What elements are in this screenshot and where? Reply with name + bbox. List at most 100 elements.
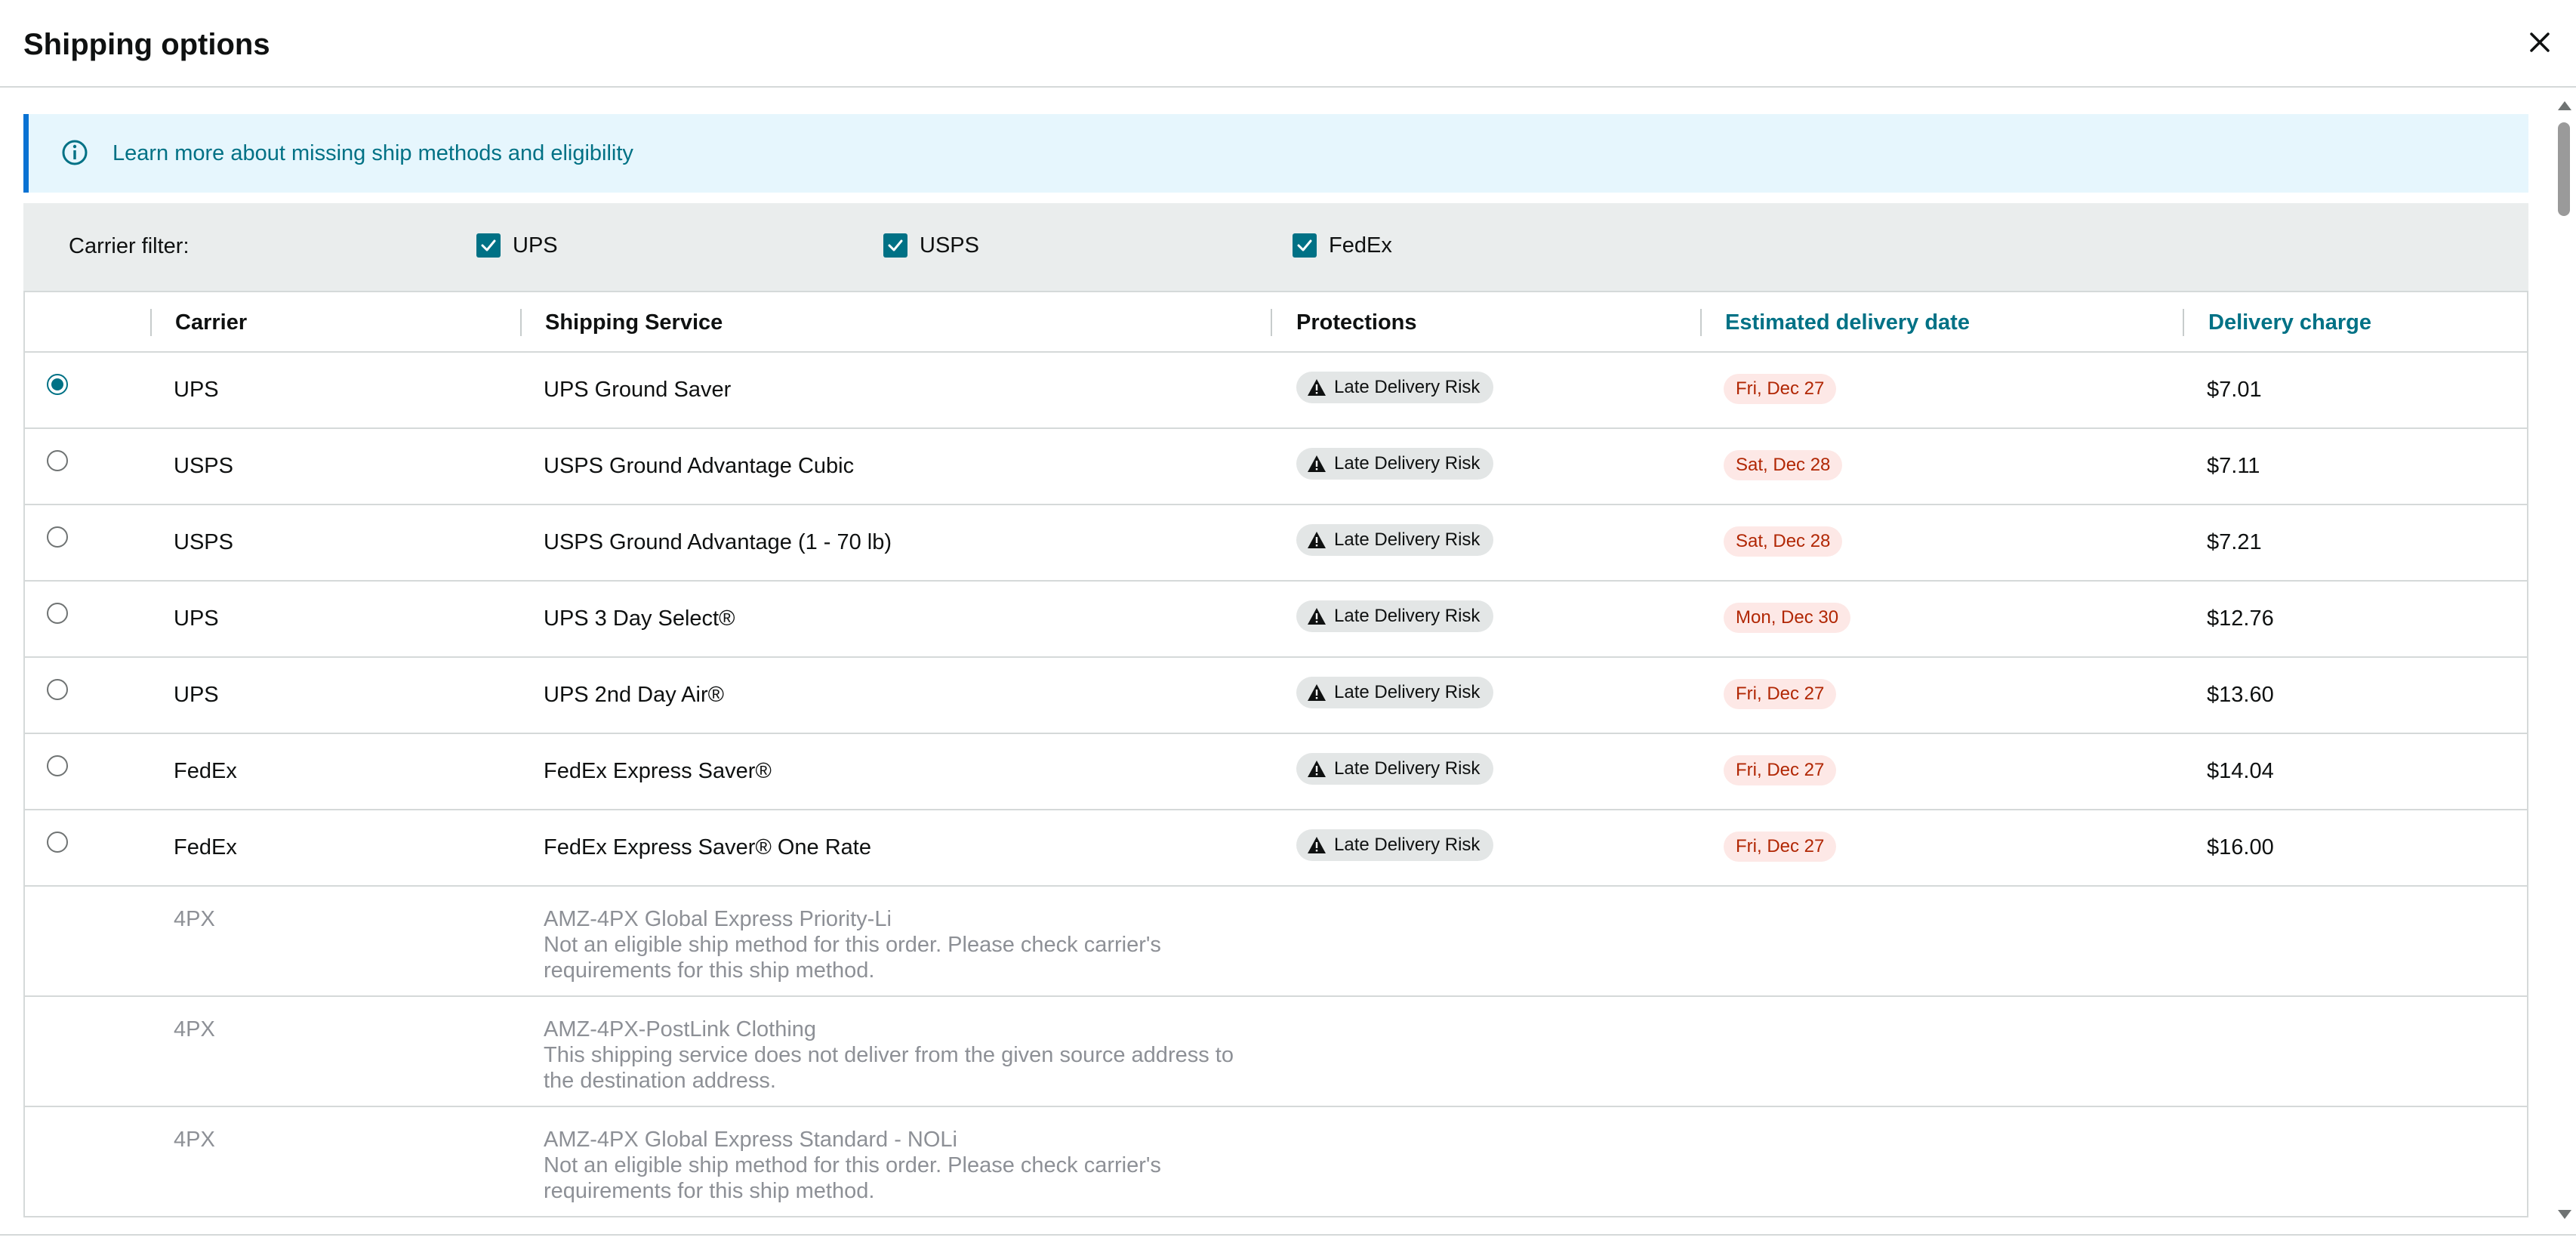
late-delivery-risk-badge: Late Delivery Risk (1296, 372, 1494, 403)
protection-label: Late Delivery Risk (1334, 453, 1481, 474)
delivery-date-badge: Fri, Dec 27 (1724, 679, 1837, 709)
protection-label: Late Delivery Risk (1334, 758, 1481, 779)
carrier-filter-label: Carrier filter: (69, 234, 190, 258)
row-delivery-charge: $12.76 (2207, 606, 2274, 631)
warning-icon (1308, 837, 1326, 853)
row-radio-button[interactable] (47, 374, 68, 395)
dialog-header: Shipping options (0, 0, 2576, 88)
close-button[interactable] (2519, 21, 2561, 63)
table-row[interactable]: FedEx FedEx Express Saver® One Rate Late… (25, 810, 2527, 887)
delivery-date-badge: Mon, Dec 30 (1724, 603, 1851, 633)
table-row[interactable]: UPS UPS Ground Saver Late Delivery Risk … (25, 353, 2527, 429)
column-estimated-delivery-date[interactable]: Estimated delivery date (1725, 309, 1970, 336)
warning-icon (1308, 455, 1326, 472)
service-name: AMZ-4PX Global Express Standard - NOLi (544, 1128, 957, 1152)
ineligible-row: 4PX AMZ-4PX Global Express Standard - NO… (25, 1107, 2527, 1217)
row-service: FedEx Express Saver® One Rate (544, 835, 871, 859)
checkbox-checked-icon (883, 233, 907, 258)
close-icon (2530, 32, 2550, 52)
protection-label: Late Delivery Risk (1334, 606, 1481, 626)
late-delivery-risk-badge: Late Delivery Risk (1296, 829, 1494, 861)
row-delivery-charge: $16.00 (2207, 835, 2274, 859)
filter-ups-checkbox[interactable]: UPS (476, 233, 558, 258)
filter-fedex-checkbox[interactable]: FedEx (1293, 233, 1392, 258)
dialog-title: Shipping options (23, 28, 270, 61)
ineligibility-reason: This shipping service does not deliver f… (544, 1043, 1234, 1093)
row-service: UPS Ground Saver (544, 378, 732, 402)
row-delivery-charge: $7.21 (2207, 530, 2262, 554)
column-delivery-charge[interactable]: Delivery charge (2208, 309, 2371, 336)
ineligibility-reason: Not an eligible ship method for this ord… (544, 933, 1161, 983)
warning-icon (1308, 379, 1326, 396)
checkbox-checked-icon (476, 233, 501, 258)
ineligible-row: 4PX AMZ-4PX-PostLink Clothing This shipp… (25, 997, 2527, 1107)
row-delivery-charge: $14.04 (2207, 759, 2274, 783)
table-row[interactable]: UPS UPS 2nd Day Air® Late Delivery Risk … (25, 658, 2527, 734)
late-delivery-risk-badge: Late Delivery Risk (1296, 677, 1494, 708)
protection-label: Late Delivery Risk (1334, 682, 1481, 702)
protection-label: Late Delivery Risk (1334, 835, 1481, 855)
shipping-options-table: Carrier Shipping Service Protections Est… (23, 291, 2528, 1217)
row-service: UPS 2nd Day Air® (544, 683, 724, 707)
filter-ups-label: UPS (513, 233, 558, 258)
table-row[interactable]: UPS UPS 3 Day Select® Late Delivery Risk… (25, 582, 2527, 658)
row-service: USPS Ground Advantage Cubic (544, 454, 855, 478)
row-radio-button[interactable] (47, 679, 68, 700)
row-radio-button[interactable] (47, 526, 68, 548)
scrollbar-thumb[interactable] (2558, 122, 2570, 216)
protection-label: Late Delivery Risk (1334, 377, 1481, 397)
ineligible-row: 4PX AMZ-4PX Global Express Priority-Li N… (25, 887, 2527, 997)
column-shipping-service: Shipping Service (545, 310, 723, 335)
carrier-filter: Carrier filter: UPS USPS FedEx (23, 203, 2528, 291)
protection-label: Late Delivery Risk (1334, 529, 1481, 550)
column-divider (1700, 309, 1702, 336)
ineligibility-reason: Not an eligible ship method for this ord… (544, 1153, 1161, 1203)
dialog-footer-divider (0, 1234, 2576, 1236)
row-radio-button[interactable] (47, 832, 68, 853)
row-service: FedEx Express Saver® (544, 759, 772, 783)
row-carrier: FedEx (174, 835, 237, 859)
row-delivery-charge: $7.01 (2207, 378, 2262, 402)
late-delivery-risk-badge: Late Delivery Risk (1296, 448, 1494, 480)
missing-ship-methods-link[interactable]: Learn more about missing ship methods an… (112, 138, 633, 168)
service-name: AMZ-4PX-PostLink Clothing (544, 1017, 817, 1041)
info-icon (62, 140, 88, 165)
table-row[interactable]: FedEx FedEx Express Saver® Late Delivery… (25, 734, 2527, 810)
warning-icon (1308, 608, 1326, 625)
row-service: AMZ-4PX-PostLink Clothing This shipping … (544, 1017, 1246, 1094)
row-radio-button[interactable] (47, 603, 68, 624)
table-row[interactable]: USPS USPS Ground Advantage (1 - 70 lb) L… (25, 505, 2527, 582)
row-carrier: 4PX (174, 907, 215, 931)
delivery-date-badge: Sat, Dec 28 (1724, 450, 1843, 480)
row-carrier: 4PX (174, 1128, 215, 1152)
row-radio-button[interactable] (47, 450, 68, 471)
row-delivery-charge: $7.11 (2207, 454, 2260, 478)
row-carrier: UPS (174, 683, 219, 707)
service-name: AMZ-4PX Global Express Priority-Li (544, 907, 892, 931)
row-carrier: UPS (174, 606, 219, 631)
scroll-up-arrow-icon[interactable] (2558, 101, 2571, 110)
dialog-body: Learn more about missing ship methods an… (0, 89, 2576, 1234)
column-carrier: Carrier (175, 310, 248, 335)
column-protections: Protections (1296, 310, 1417, 335)
column-divider (520, 309, 522, 336)
late-delivery-risk-badge: Late Delivery Risk (1296, 753, 1494, 785)
delivery-date-badge: Fri, Dec 27 (1724, 832, 1837, 862)
checkbox-checked-icon (1293, 233, 1317, 258)
row-service: UPS 3 Day Select® (544, 606, 735, 631)
info-banner: Learn more about missing ship methods an… (23, 114, 2528, 193)
filter-usps-label: USPS (920, 233, 979, 258)
table-row[interactable]: USPS USPS Ground Advantage Cubic Late De… (25, 429, 2527, 505)
late-delivery-risk-badge: Late Delivery Risk (1296, 524, 1494, 556)
row-service: AMZ-4PX Global Express Standard - NOLi N… (544, 1127, 1246, 1204)
filter-usps-checkbox[interactable]: USPS (883, 233, 979, 258)
scroll-down-arrow-icon[interactable] (2558, 1210, 2571, 1219)
row-radio-button[interactable] (47, 755, 68, 776)
row-service: AMZ-4PX Global Express Priority-Li Not a… (544, 906, 1246, 983)
table-header: Carrier Shipping Service Protections Est… (25, 291, 2527, 353)
shipping-options-dialog: Shipping options Learn more about missin… (0, 0, 2576, 1259)
vertical-scrollbar[interactable] (2553, 98, 2576, 1225)
delivery-date-badge: Fri, Dec 27 (1724, 755, 1837, 785)
row-carrier: FedEx (174, 759, 237, 783)
warning-icon (1308, 761, 1326, 777)
